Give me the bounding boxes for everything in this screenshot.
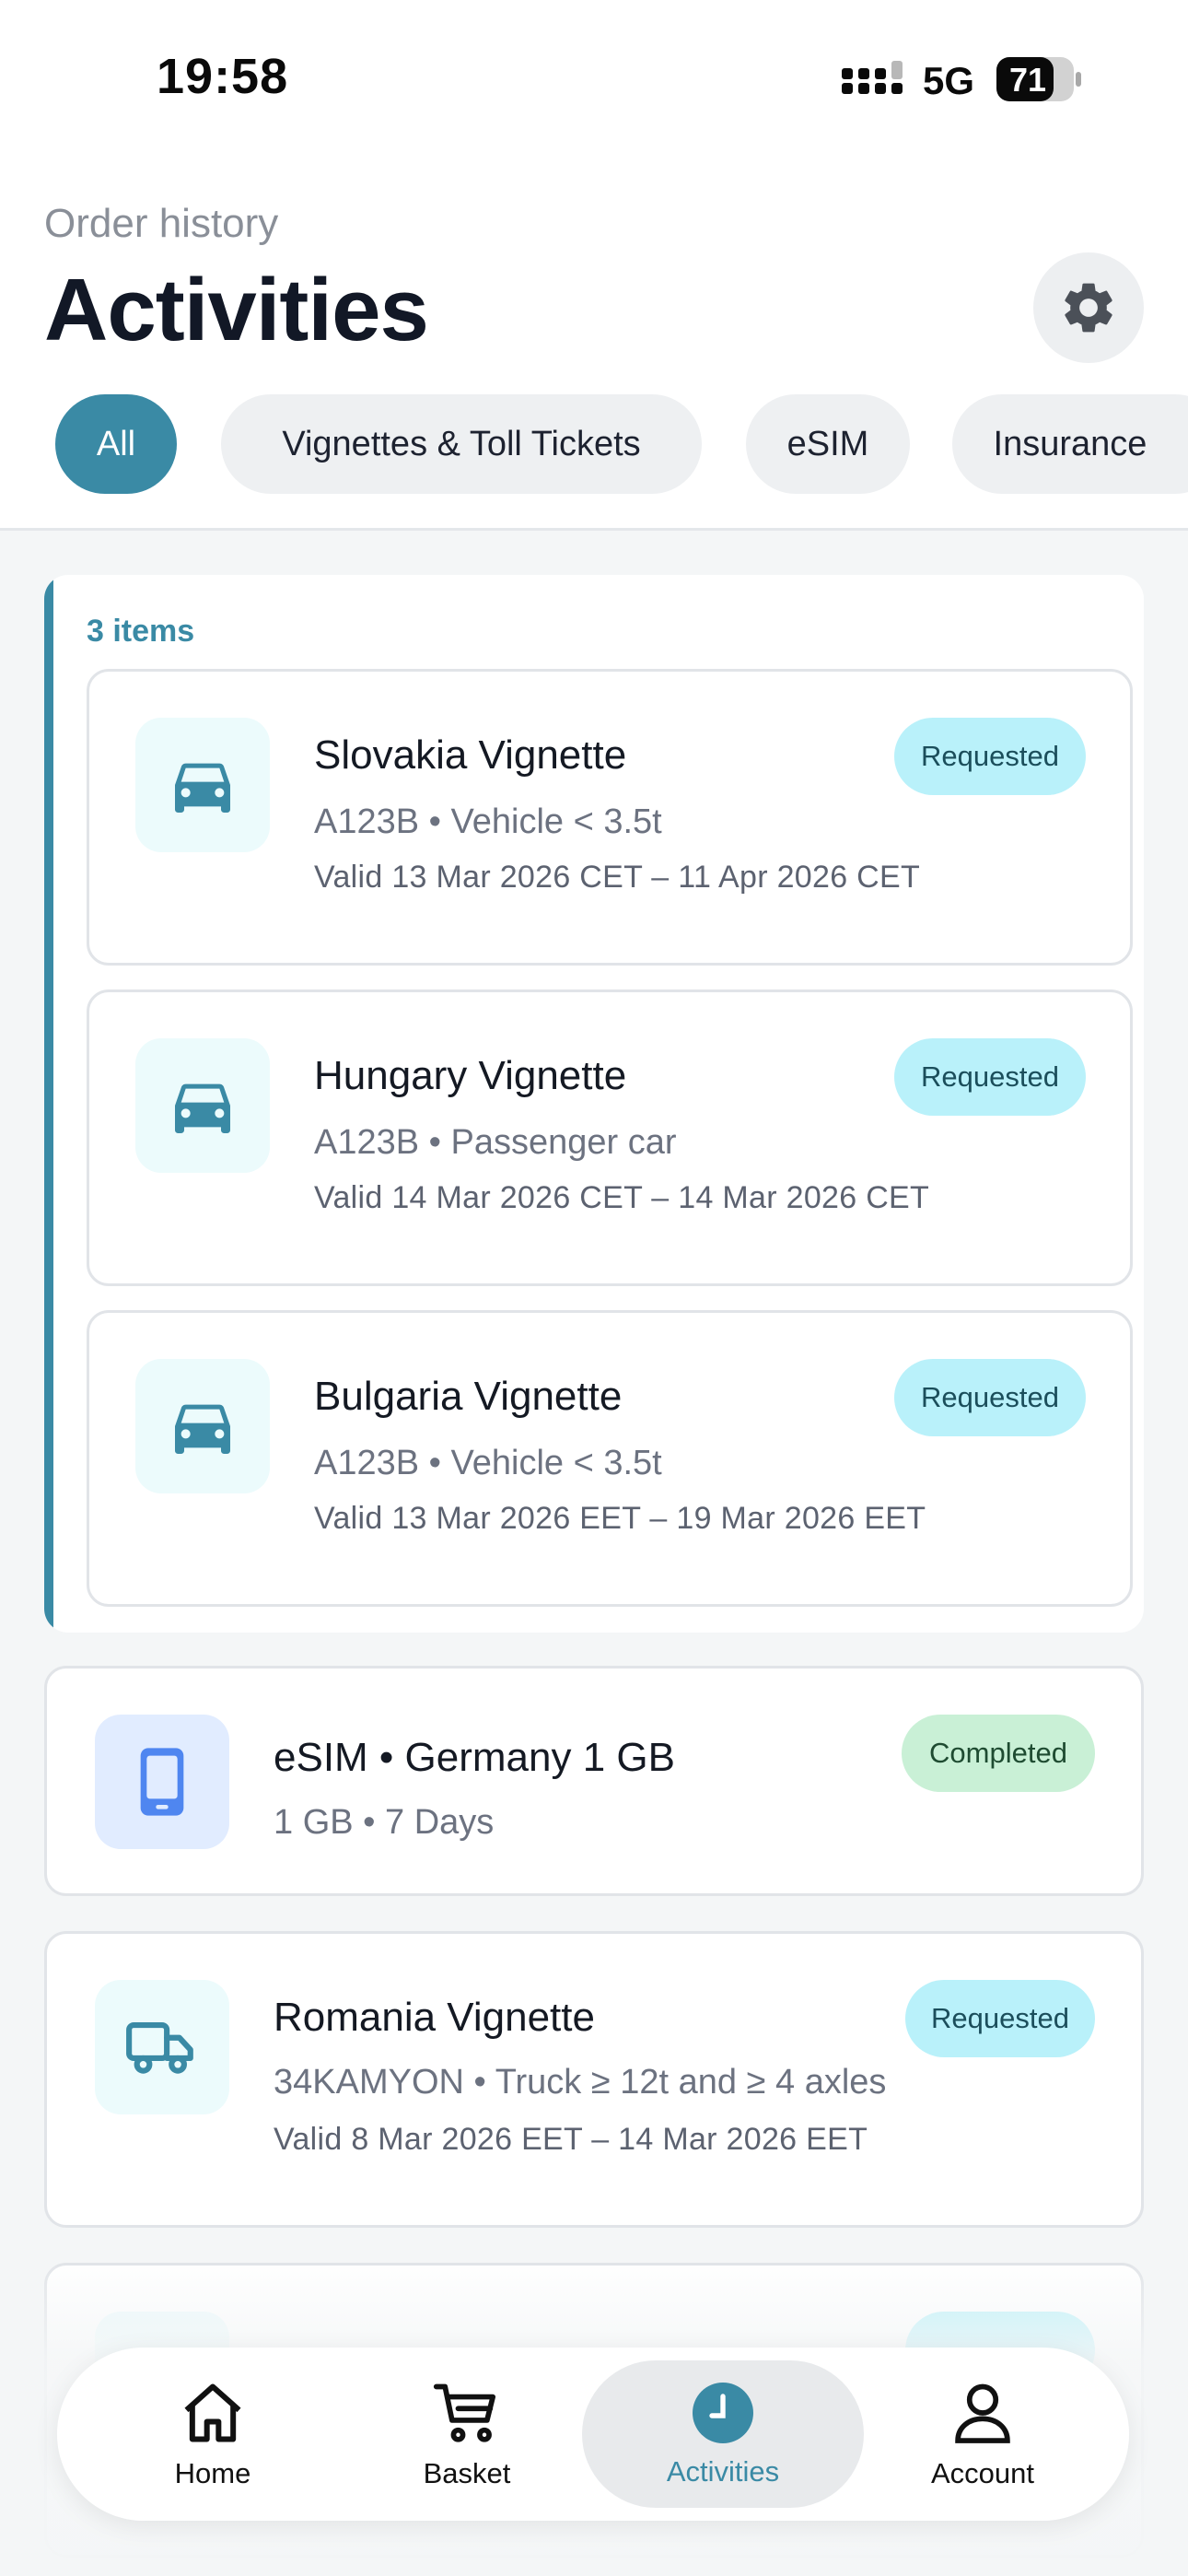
filter-tabs: All Vignettes & Toll Tickets eSIM Insura… <box>0 394 1188 496</box>
order-vehicle: A123B • Passenger car <box>314 1123 677 1162</box>
nav-account[interactable]: Account <box>882 2348 1083 2521</box>
battery-level: 71 <box>1009 61 1047 99</box>
nav-label: Home <box>174 2457 251 2489</box>
order-details: 1 GB • 7 Days <box>274 1803 495 1842</box>
esim-icon-box <box>95 1715 229 1849</box>
person-icon <box>955 2383 1010 2443</box>
car-icon <box>175 763 230 813</box>
bottom-nav: Home Basket Activities Account <box>57 2348 1129 2521</box>
order-validity: Valid 14 Mar 2026 CET – 14 Mar 2026 CET <box>314 1180 930 1215</box>
car-icon <box>175 1404 230 1454</box>
vehicle-icon-box <box>95 1980 229 2114</box>
order-group: 3 items Slovakia Vignette A123B • Vehicl… <box>44 575 1144 1633</box>
order-card-bulgaria[interactable]: Bulgaria Vignette A123B • Vehicle < 3.5t… <box>87 1310 1133 1607</box>
nav-label: Account <box>930 2457 1034 2489</box>
network-type: 5G <box>923 59 975 102</box>
nav-label: Basket <box>423 2457 511 2489</box>
page-title: Activities <box>44 261 429 359</box>
top-section: 19:58 5G 71 Order history Activities All… <box>0 0 1188 531</box>
vehicle-icon-box <box>135 1359 270 1493</box>
order-title: Bulgaria Vignette <box>314 1374 623 1419</box>
filter-tab-insurance[interactable]: Insurance <box>952 394 1188 494</box>
order-validity: Valid 13 Mar 2026 CET – 11 Apr 2026 CET <box>314 860 921 895</box>
status-badge: Requested <box>894 1359 1086 1436</box>
truck-icon <box>126 2022 193 2074</box>
vehicle-icon-box <box>135 718 270 852</box>
order-vehicle: A123B • Vehicle < 3.5t <box>314 802 662 841</box>
cart-icon <box>433 2383 496 2442</box>
order-title: eSIM • Germany 1 GB <box>274 1735 675 1780</box>
filter-tab-vignettes[interactable]: Vignettes & Toll Tickets <box>221 394 702 494</box>
order-validity: Valid 8 Mar 2026 EET – 14 Mar 2026 EET <box>274 2122 868 2157</box>
clock-icon <box>693 2383 753 2443</box>
nav-activities[interactable]: Activities <box>582 2360 864 2508</box>
order-card-slovakia[interactable]: Slovakia Vignette A123B • Vehicle < 3.5t… <box>87 669 1133 966</box>
nav-basket[interactable]: Basket <box>367 2348 567 2521</box>
order-title: Slovakia Vignette <box>314 732 627 778</box>
group-item-count: 3 items <box>87 614 195 649</box>
order-card-hungary[interactable]: Hungary Vignette A123B • Passenger car V… <box>87 989 1133 1286</box>
filter-tab-all[interactable]: All <box>55 394 177 494</box>
status-badge: Requested <box>894 1038 1086 1116</box>
order-card-romania[interactable]: Romania Vignette 34KAMYON • Truck ≥ 12t … <box>44 1931 1144 2228</box>
order-vehicle: 34KAMYON • Truck ≥ 12t and ≥ 4 axles <box>274 2063 887 2102</box>
order-validity: Valid 13 Mar 2026 EET – 19 Mar 2026 EET <box>314 1501 926 1536</box>
phone-icon <box>140 1748 184 1816</box>
group-accent-bar <box>44 575 53 1633</box>
status-badge: Requested <box>905 1980 1095 2057</box>
status-badge: Completed <box>902 1715 1095 1792</box>
filter-tab-esim[interactable]: eSIM <box>746 394 910 494</box>
order-vehicle: A123B • Vehicle < 3.5t <box>314 1444 662 1482</box>
vehicle-icon-box <box>135 1038 270 1173</box>
status-badge: Requested <box>894 718 1086 795</box>
nav-label: Activities <box>666 2455 780 2488</box>
status-bar: 19:58 5G 71 <box>0 0 1188 157</box>
settings-button[interactable] <box>1033 252 1144 363</box>
home-icon <box>184 2383 241 2442</box>
order-title: Hungary Vignette <box>314 1053 627 1098</box>
page-subtitle: Order history <box>44 201 279 246</box>
order-title: Romania Vignette <box>274 1995 595 2040</box>
order-card-esim[interactable]: eSIM • Germany 1 GB 1 GB • 7 Days Comple… <box>44 1666 1144 1896</box>
nav-home[interactable]: Home <box>112 2348 313 2521</box>
signal-icon <box>842 61 903 94</box>
status-time: 19:58 <box>157 49 289 104</box>
battery-icon: 71 <box>996 57 1081 101</box>
gear-icon <box>1065 283 1112 333</box>
car-icon <box>175 1083 230 1133</box>
